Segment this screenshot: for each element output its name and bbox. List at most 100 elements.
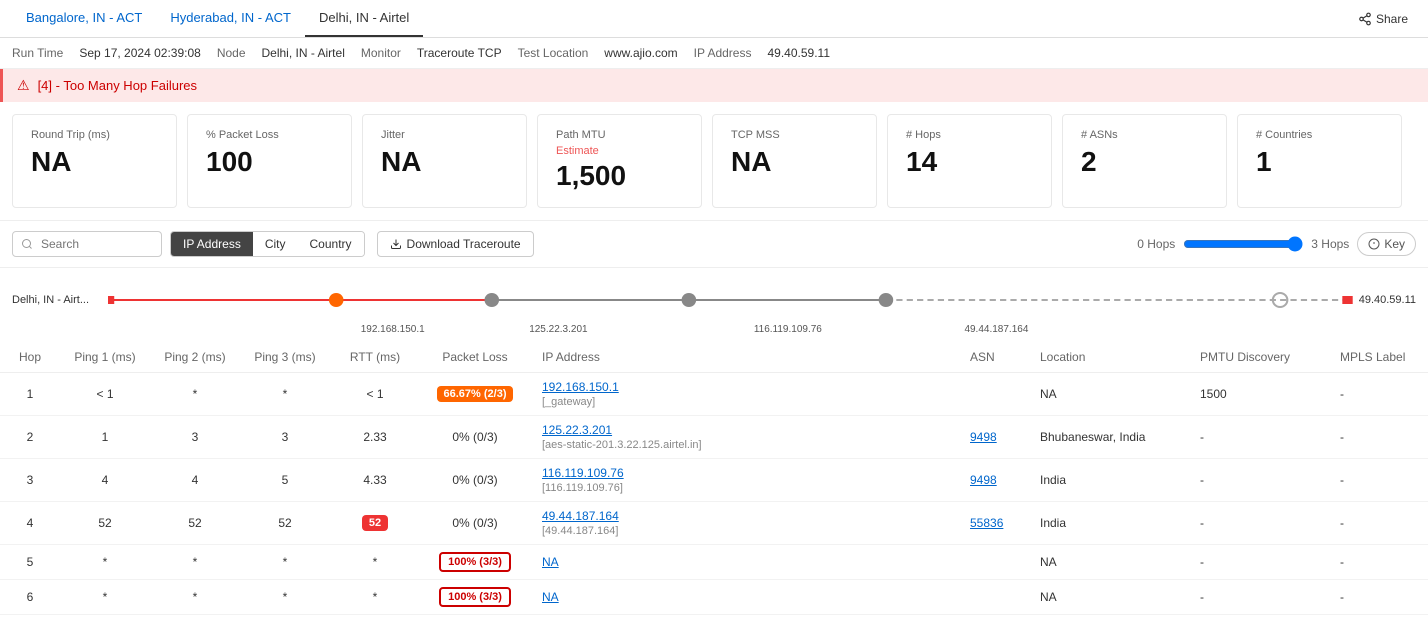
run-time-value: Sep 17, 2024 02:39:08: [79, 46, 200, 60]
ping1-value: *: [103, 590, 108, 604]
mpls-value: -: [1340, 430, 1344, 444]
ip-address-link[interactable]: 49.44.187.164: [542, 509, 619, 523]
td-mpls: -: [1328, 501, 1428, 544]
monitor-value: Traceroute TCP: [417, 46, 502, 60]
path-source-label: Delhi, IN - Airt...: [12, 294, 102, 306]
filter-city-button[interactable]: City: [253, 232, 298, 256]
metric-hops-value: 14: [906, 145, 1033, 179]
share-button[interactable]: Share: [1358, 12, 1408, 26]
filter-country-button[interactable]: Country: [298, 232, 364, 256]
monitor-label: Monitor: [361, 46, 401, 60]
tab-bangalore[interactable]: Bangalore, IN - ACT: [12, 0, 156, 37]
packet-loss-value: 0% (0/3): [452, 430, 497, 444]
packet-loss-value: 0% (0/3): [452, 516, 497, 530]
waypoint-4-label: 49.44.187.164: [964, 324, 1028, 335]
tab-hyderabad[interactable]: Hyderabad, IN - ACT: [156, 0, 305, 37]
run-time-label: Run Time: [12, 46, 63, 60]
td-packet-loss: 0% (0/3): [420, 501, 530, 544]
ping1-value: 52: [98, 516, 111, 530]
td-ip: 116.119.109.76[116.119.109.76]: [530, 458, 958, 501]
td-mpls: -: [1328, 544, 1428, 579]
tab-delhi[interactable]: Delhi, IN - Airtel: [305, 0, 423, 37]
ip-address-link[interactable]: NA: [542, 555, 559, 569]
td-ip: 49.44.187.164 [49.44.187.164]: [530, 501, 958, 544]
metric-packet-loss: % Packet Loss 100: [187, 114, 352, 208]
hop-number: 3: [27, 473, 34, 487]
ping3-value: *: [283, 555, 288, 569]
td-hop: 2: [0, 415, 60, 458]
hops-range-input[interactable]: [1183, 236, 1303, 252]
ip-address-link[interactable]: 116.119.109.76: [542, 466, 624, 480]
alert-icon: ⚠: [17, 77, 30, 94]
td-asn: [958, 579, 1028, 614]
ping3-value: *: [283, 590, 288, 604]
waypoint-3-label: 116.119.109.76: [754, 324, 822, 335]
mpls-value: -: [1340, 473, 1344, 487]
table-body: 1 < 1 * * < 1 66.67% (2/3) 192.168.150.1…: [0, 372, 1428, 614]
ip-address-link[interactable]: 125.22.3.201: [542, 423, 612, 437]
hop-number: 5: [27, 555, 34, 569]
metric-asns: # ASNs 2: [1062, 114, 1227, 208]
key-button[interactable]: Key: [1357, 232, 1416, 256]
run-info-bar: Run Time Sep 17, 2024 02:39:08 Node Delh…: [0, 38, 1428, 69]
packet-loss-badge: 66.67% (2/3): [437, 386, 514, 402]
th-location: Location: [1028, 342, 1188, 373]
td-asn: [958, 372, 1028, 415]
metric-hops: # Hops 14: [887, 114, 1052, 208]
td-location: India: [1028, 458, 1188, 501]
td-hop: 6: [0, 579, 60, 614]
ip-address-sub: [_gateway]: [542, 396, 595, 408]
td-asn: 9498: [958, 458, 1028, 501]
td-ping2: *: [150, 544, 240, 579]
td-hop: 4: [0, 501, 60, 544]
td-ip: 125.22.3.201[aes-static-201.3.22.125.air…: [530, 415, 958, 458]
asn-link[interactable]: 55836: [970, 516, 1003, 530]
td-packet-loss: 100% (3/3): [420, 579, 530, 614]
td-ping3: 52: [240, 501, 330, 544]
alert-text: [4] - Too Many Hop Failures: [38, 78, 197, 93]
pmtu-value: -: [1200, 555, 1204, 569]
ip-address-link[interactable]: 192.168.150.1: [542, 380, 619, 394]
alert-bar: ⚠ [4] - Too Many Hop Failures: [0, 69, 1428, 102]
ip-address-sub: [49.44.187.164]: [542, 525, 618, 537]
td-mpls: -: [1328, 458, 1428, 501]
table-header-row: Hop Ping 1 (ms) Ping 2 (ms) Ping 3 (ms) …: [0, 342, 1428, 373]
location-value: NA: [1040, 387, 1057, 401]
metric-path-mtu-label: Path MTU: [556, 129, 683, 141]
metric-path-mtu-value: 1,500: [556, 159, 683, 193]
metric-tcp-mss-label: TCP MSS: [731, 129, 858, 141]
metrics-section: Round Trip (ms) NA % Packet Loss 100 Jit…: [0, 102, 1428, 221]
td-location: NA: [1028, 372, 1188, 415]
th-ping3: Ping 3 (ms): [240, 342, 330, 373]
pmtu-value: -: [1200, 430, 1204, 444]
pmtu-value: -: [1200, 590, 1204, 604]
th-ping1: Ping 1 (ms): [60, 342, 150, 373]
td-ping2: 3: [150, 415, 240, 458]
filter-ip-button[interactable]: IP Address: [171, 232, 253, 256]
hop-number: 4: [27, 516, 34, 530]
asn-link[interactable]: 9498: [970, 473, 997, 487]
download-traceroute-button[interactable]: Download Traceroute: [377, 231, 534, 257]
hops-right-label: 3 Hops: [1311, 237, 1349, 251]
metric-round-trip: Round Trip (ms) NA: [12, 114, 177, 208]
download-icon: [390, 238, 402, 250]
table-row: 4 52 52 52 52 0% (0/3) 49.44.187.164[49.…: [0, 501, 1428, 544]
table-row: 2 1 3 3 2.33 0% (0/3) 125.22.3.201[aes-s…: [0, 415, 1428, 458]
td-ping2: *: [150, 372, 240, 415]
ping2-value: 52: [188, 516, 201, 530]
mpls-value: -: [1340, 555, 1344, 569]
metric-round-trip-label: Round Trip (ms): [31, 129, 158, 141]
ip-value: 49.40.59.11: [767, 46, 830, 60]
asn-link[interactable]: 9498: [970, 430, 997, 444]
metric-jitter-value: NA: [381, 145, 508, 179]
search-input[interactable]: [12, 231, 162, 257]
table-row: 6 * * * * 100% (3/3) NA NA - -: [0, 579, 1428, 614]
td-ip: 192.168.150.1 [_gateway]: [530, 372, 958, 415]
metric-jitter: Jitter NA: [362, 114, 527, 208]
metric-packet-loss-value: 100: [206, 145, 333, 179]
ip-address-link[interactable]: NA: [542, 590, 559, 604]
th-mpls: MPLS Label: [1328, 342, 1428, 373]
td-pmtu: -: [1188, 415, 1328, 458]
location-value: Bhubaneswar, India: [1040, 430, 1145, 444]
location-value: NA: [1040, 555, 1057, 569]
